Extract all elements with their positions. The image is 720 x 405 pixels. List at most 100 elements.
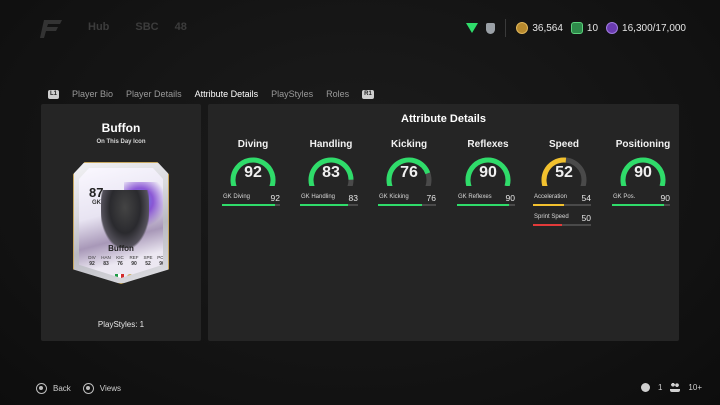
sub-attribute-bar: [222, 204, 280, 206]
card-stat-value: 90: [131, 261, 137, 267]
coin-icon: [516, 22, 529, 34]
card-stats: DIV HAN KIC REF SPE POS 92 83 76 90 52 9…: [85, 254, 167, 268]
currency-bar: 36,564 10 16,300/17,000: [466, 19, 686, 37]
rank-triangle-icon: [466, 23, 479, 33]
attribute-panel-title: Attribute Details: [401, 113, 486, 125]
sub-attribute-row: GK Reflexes 90: [457, 193, 515, 213]
season-progress: 16,300/17,000: [606, 22, 686, 34]
sub-attribute-value: 54: [581, 193, 591, 203]
card-version: On This Day Icon: [96, 139, 146, 145]
attribute-gauge: 92: [228, 156, 278, 186]
online-count: 1: [657, 383, 663, 392]
sub-attribute-list: GK Reflexes 90: [453, 193, 523, 213]
attribute-group-value: 90: [634, 164, 652, 181]
sub-attribute-list: GK Handling 83: [296, 193, 366, 213]
sub-attribute-list: GK Pos. 90: [608, 193, 678, 213]
attribute-gauge: 76: [384, 156, 434, 186]
l1-bumper-icon[interactable]: L1: [48, 89, 60, 99]
italy-flag-icon: [115, 274, 124, 278]
coins-balance: 36,564: [516, 22, 563, 34]
sub-attribute-bar-fill: [612, 204, 665, 206]
card-stat-value: 52: [145, 261, 151, 267]
card-stat-label: REF: [129, 255, 139, 260]
sub-attribute-bar-fill: [378, 204, 423, 206]
attribute-group-kicking: Kicking 76 GK Kicking 76: [374, 139, 444, 213]
icon-badge-icon: [127, 274, 133, 278]
top-bar: Hub SBC 48 36,564 10 16,300/17,000: [0, 0, 720, 56]
sub-attribute-bar: [300, 204, 358, 206]
card-face: 87 GK Buffon DIV HAN KIC REF SPE POS 92 …: [79, 168, 163, 278]
attribute-group-label: Diving: [237, 139, 269, 150]
sub-attribute-label: GK Diving: [223, 194, 251, 200]
sub-attribute-list: GK Diving 92: [218, 193, 288, 213]
views-label[interactable]: Views: [100, 384, 121, 393]
attribute-group-label: Speed: [548, 139, 579, 150]
tab-playstyles[interactable]: PlayStyles: [271, 89, 313, 99]
fc-points-icon: [570, 22, 583, 34]
attribute-group-reflexes: Reflexes 90 GK Reflexes 90: [453, 139, 523, 213]
sub-attribute-row: Acceleration 54: [533, 193, 591, 213]
sub-attribute-bar-fill: [533, 224, 562, 226]
attribute-group-value: 83: [322, 164, 340, 181]
friends-icon: [670, 383, 681, 392]
sub-attribute-bar: [612, 204, 670, 206]
sub-attribute-bar: [533, 204, 591, 206]
r1-bumper-icon[interactable]: R1: [362, 89, 374, 99]
card-stat-label: DIV: [88, 255, 96, 260]
sub-attribute-value: 50: [581, 213, 591, 223]
attribute-group-label: Reflexes: [467, 139, 509, 150]
tab-roles[interactable]: Roles: [326, 89, 349, 99]
card-position: GK: [92, 200, 101, 206]
attribute-group-value: 76: [400, 164, 418, 181]
sub-attribute-bar-fill: [457, 204, 510, 206]
tab-player-details[interactable]: Player Details: [126, 89, 182, 99]
tab-player-bio[interactable]: Player Bio: [72, 89, 113, 99]
card-name: Buffon: [108, 244, 134, 253]
player-card-panel: Buffon On This Day Icon 87 GK Buffon DIV…: [41, 104, 201, 341]
card-stat-value: 90: [159, 261, 165, 267]
tab-attribute-details[interactable]: Attribute Details: [195, 89, 259, 99]
nav-sbc[interactable]: SBC: [135, 21, 158, 33]
tab-bar: L1 Player Bio Player Details Attribute D…: [48, 89, 374, 99]
status-indicators: 1 10+: [640, 383, 702, 392]
attribute-group-handling: Handling 83 GK Handling 83: [296, 139, 366, 213]
sub-attribute-bar-fill: [300, 204, 349, 206]
nav-item-3[interactable]: 48: [175, 21, 187, 33]
sub-attribute-row: GK Pos. 90: [612, 193, 670, 213]
views-button-icon[interactable]: [82, 383, 94, 394]
attribute-gauge: 52: [539, 156, 589, 186]
sub-attribute-bar: [533, 224, 591, 226]
attribute-group-label: Positioning: [615, 139, 671, 150]
attribute-group-value: 52: [555, 164, 573, 181]
points-balance: 10: [570, 22, 598, 34]
friends-count: 10+: [688, 383, 702, 392]
attribute-gauge: 90: [463, 156, 513, 186]
online-status-icon: [640, 383, 650, 392]
attribute-panel: Attribute Details Diving 92 GK Diving 92 Han…: [208, 104, 679, 341]
attribute-gauge: 83: [306, 156, 356, 186]
sub-attribute-value: 92: [270, 193, 280, 203]
attribute-group-value: 92: [244, 164, 262, 181]
attribute-group-label: Kicking: [390, 139, 428, 150]
player-card[interactable]: 87 GK Buffon DIV HAN KIC REF SPE POS 92 …: [73, 162, 169, 284]
sub-attribute-row: Sprint Speed 50: [533, 213, 591, 233]
card-stat-value: 83: [103, 261, 109, 267]
card-rating: 87: [89, 185, 104, 200]
card-stat-label: POS: [157, 255, 167, 260]
sub-attribute-label: GK Kicking: [379, 194, 409, 200]
sub-attribute-row: GK Diving 92: [222, 193, 280, 213]
nav-hub[interactable]: Hub: [88, 21, 109, 33]
divider: [505, 19, 507, 37]
attribute-group-label: Handling: [309, 139, 353, 150]
circle-button-icon[interactable]: [36, 383, 47, 394]
game-logo-icon: [40, 20, 62, 38]
attribute-group-diving: Diving 92 GK Diving 92: [218, 139, 288, 213]
card-stat-value: 76: [117, 261, 123, 267]
back-label[interactable]: Back: [53, 384, 71, 393]
club-shield-icon: [486, 22, 496, 34]
season-points-icon: [606, 22, 619, 34]
card-badges: [115, 274, 133, 278]
card-stat-label: HAN: [101, 255, 111, 260]
card-stat-value: 92: [89, 261, 95, 267]
button-hints: Back Views: [36, 383, 121, 394]
